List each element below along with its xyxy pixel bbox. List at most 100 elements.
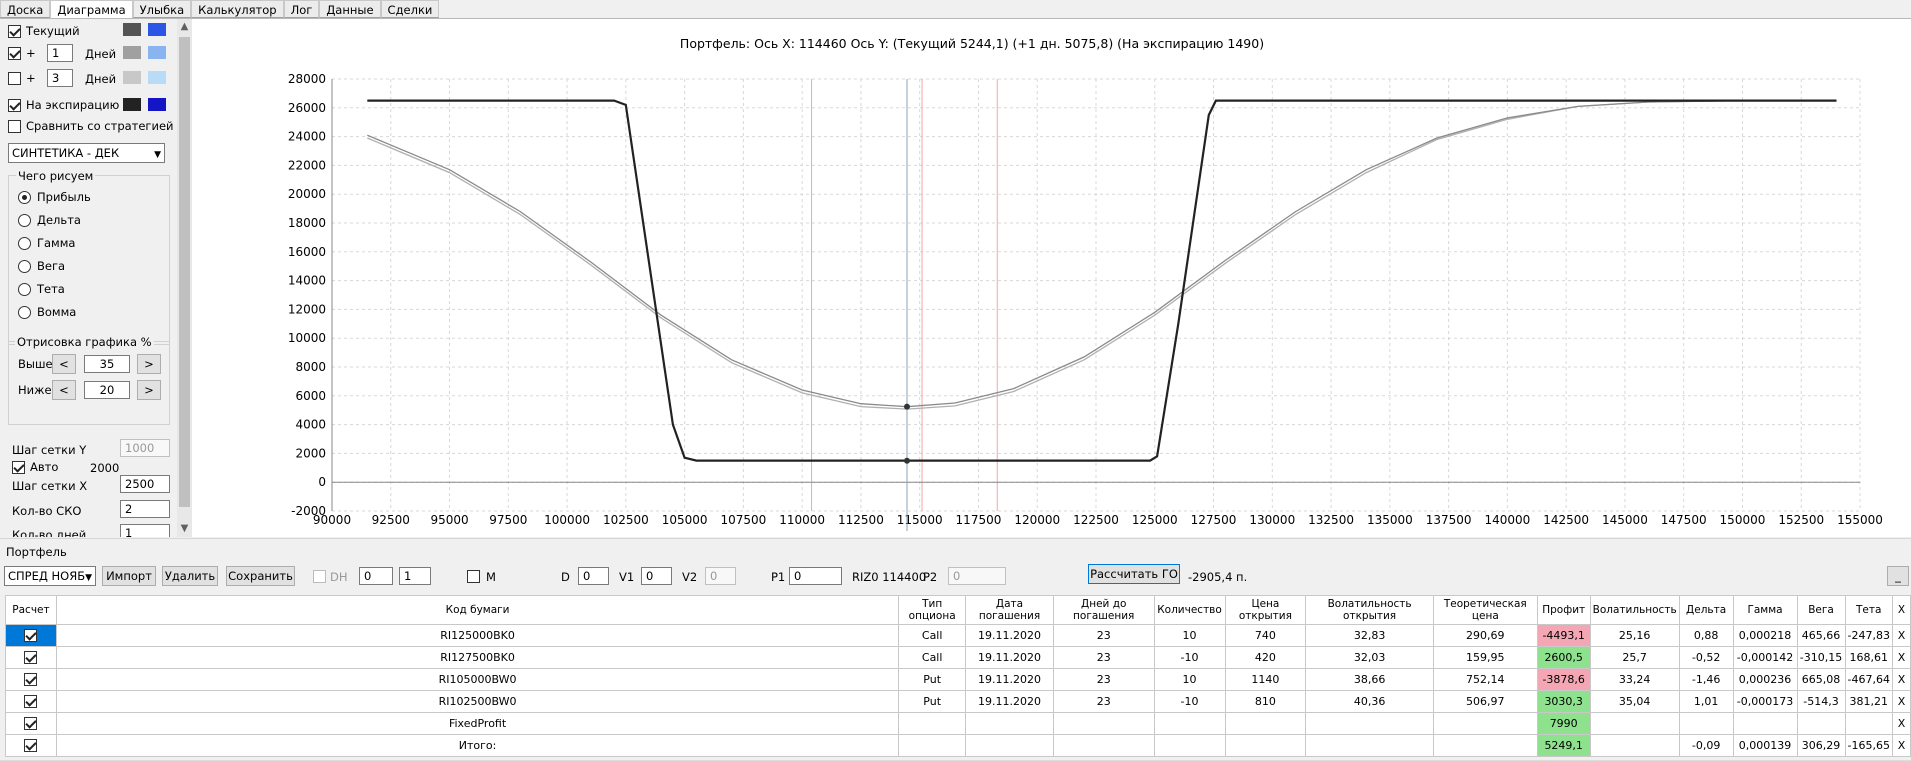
p1-input[interactable]: 0 — [789, 567, 842, 585]
calc-checkbox[interactable] — [24, 673, 38, 687]
plus3-color-b[interactable] — [148, 71, 166, 84]
payoff-chart[interactable]: Портфель: Ось X: 114460 Ось Y: (Текущий … — [192, 19, 1911, 537]
col-qty[interactable]: Количество — [1153, 595, 1226, 625]
calc-cell[interactable] — [5, 624, 57, 647]
tab-board[interactable]: Доска — [0, 0, 51, 18]
radio-profit-button[interactable] — [18, 190, 31, 204]
scrollbar-thumb[interactable] — [179, 37, 190, 507]
save-button[interactable]: Сохранить — [226, 566, 295, 586]
row-delete-cell[interactable]: X — [1891, 646, 1911, 669]
tab-data[interactable]: Данные — [319, 0, 381, 18]
radio-delta[interactable]: Дельта — [18, 213, 81, 227]
col-code[interactable]: Код бумаги — [55, 595, 900, 625]
auto-checkbox[interactable] — [12, 460, 25, 474]
plus3-days-input[interactable]: 3 — [47, 69, 73, 87]
calc-go-button[interactable]: Рассчитать ГО — [1088, 564, 1180, 584]
col-theta[interactable]: Тета — [1844, 595, 1893, 625]
dh-input-a[interactable]: 0 — [359, 567, 393, 585]
radio-gamma-button[interactable] — [18, 236, 31, 250]
col-theor-price[interactable]: Теоретическая цена — [1432, 595, 1538, 625]
col-open-vol[interactable]: Волатильность открытия — [1305, 595, 1434, 625]
compare-checkbox[interactable] — [8, 119, 21, 133]
below-input[interactable]: 20 — [84, 381, 130, 399]
m-checkbox[interactable] — [467, 570, 480, 583]
radio-theta-button[interactable] — [18, 282, 31, 296]
plus1-checkbox[interactable] — [8, 46, 21, 60]
tab-diagram[interactable]: Диаграмма — [50, 0, 133, 19]
col-gamma[interactable]: Гамма — [1732, 595, 1798, 625]
table-row[interactable]: RI105000BW0 Put 19.11.2020 23 10 1140 38,66 752… — [5, 668, 1911, 691]
radio-profit[interactable]: Прибыль — [18, 190, 91, 204]
v1-input[interactable]: 0 — [641, 567, 672, 585]
calc-cell[interactable] — [5, 690, 57, 713]
col-vega[interactable]: Вега — [1796, 595, 1846, 625]
strategy-combo[interactable]: СИНТЕТИКА - ДЕК ▼ — [8, 143, 165, 163]
v2-input[interactable]: 0 — [705, 567, 736, 585]
radio-vomma[interactable]: Вомма — [18, 305, 76, 319]
grid-x-input[interactable]: 2500 — [120, 475, 170, 493]
panel-splitter[interactable] — [0, 538, 1911, 542]
chevron-down-icon[interactable]: ▼ — [177, 521, 192, 537]
calc-cell[interactable] — [5, 646, 57, 669]
radio-gamma[interactable]: Гамма — [18, 236, 75, 250]
d-input[interactable]: 0 — [578, 567, 609, 585]
delete-button[interactable]: Удалить — [162, 566, 218, 586]
dh-input-b[interactable]: 1 — [399, 567, 431, 585]
current-checkbox[interactable] — [8, 24, 21, 38]
row-delete-cell[interactable]: X — [1891, 712, 1911, 735]
tab-log[interactable]: Лог — [283, 0, 320, 18]
calc-checkbox[interactable] — [24, 717, 38, 731]
tab-calculator[interactable]: Калькулятор — [191, 0, 284, 18]
minimize-button[interactable]: _ — [1887, 566, 1909, 586]
table-row[interactable]: FixedProfit 7990 X — [5, 712, 1911, 735]
col-delta[interactable]: Дельта — [1678, 595, 1734, 625]
col-type[interactable]: Тип опциона — [898, 595, 967, 625]
table-row[interactable]: RI125000BK0 Call 19.11.2020 23 10 740 32,83 290… — [5, 624, 1911, 647]
calc-checkbox[interactable] — [24, 739, 38, 753]
current-color-b[interactable] — [148, 23, 166, 36]
table-row[interactable]: RI102500BW0 Put 19.11.2020 23 -10 810 40,36 506… — [5, 690, 1911, 713]
row-delete-cell[interactable]: X — [1891, 668, 1911, 691]
row-delete-cell[interactable]: X — [1891, 624, 1911, 647]
col-open-price[interactable]: Цена открытия — [1224, 595, 1307, 625]
grid-y-input[interactable]: 1000 — [120, 439, 170, 457]
above-decrease-button[interactable]: < — [52, 354, 76, 374]
plus1-color-a[interactable] — [123, 46, 141, 59]
calc-checkbox[interactable] — [24, 629, 38, 643]
chevron-up-icon[interactable]: ▲ — [177, 19, 192, 35]
expiry-checkbox[interactable] — [8, 98, 21, 112]
table-row[interactable]: Итого: 5249,1 -0,09 0,000139 306,29 -165,65 X — [5, 734, 1911, 757]
radio-vomma-button[interactable] — [18, 305, 31, 319]
dh-checkbox[interactable] — [313, 570, 326, 583]
import-button[interactable]: Импорт — [102, 566, 156, 586]
expiry-color-a[interactable] — [123, 98, 141, 111]
expiry-color-b[interactable] — [148, 98, 166, 111]
days-input[interactable]: 1 — [120, 524, 170, 537]
col-profit[interactable]: Профит — [1536, 595, 1591, 625]
col-days[interactable]: Дней до погашения — [1052, 595, 1155, 625]
col-x[interactable]: X — [1891, 595, 1911, 625]
left-scrollbar[interactable]: ▲ ▼ — [177, 19, 192, 537]
below-increase-button[interactable]: > — [137, 380, 161, 400]
plus3-color-a[interactable] — [123, 71, 141, 84]
p2-input[interactable]: 0 — [948, 567, 1006, 585]
plus1-days-input[interactable]: 1 — [47, 44, 73, 62]
radio-vega[interactable]: Вега — [18, 259, 65, 273]
above-increase-button[interactable]: > — [137, 354, 161, 374]
calc-cell[interactable] — [5, 734, 57, 757]
table-row[interactable]: RI127500BK0 Call 19.11.2020 23 -10 420 32,03 15… — [5, 646, 1911, 669]
current-color-a[interactable] — [123, 23, 141, 36]
below-decrease-button[interactable]: < — [52, 380, 76, 400]
calc-checkbox[interactable] — [24, 651, 38, 665]
row-delete-cell[interactable]: X — [1891, 734, 1911, 757]
radio-vega-button[interactable] — [18, 259, 31, 273]
above-input[interactable]: 35 — [84, 355, 130, 373]
tab-smile[interactable]: Улыбка — [132, 0, 192, 18]
plus1-color-b[interactable] — [148, 46, 166, 59]
sko-input[interactable]: 2 — [120, 500, 170, 518]
spread-combo[interactable]: СПРЕД НОЯБ ▼ — [4, 566, 96, 586]
col-date[interactable]: Дата погашения — [965, 595, 1054, 625]
col-calc[interactable]: Расчет — [5, 595, 57, 625]
calc-checkbox[interactable] — [24, 695, 38, 709]
radio-delta-button[interactable] — [18, 213, 31, 227]
